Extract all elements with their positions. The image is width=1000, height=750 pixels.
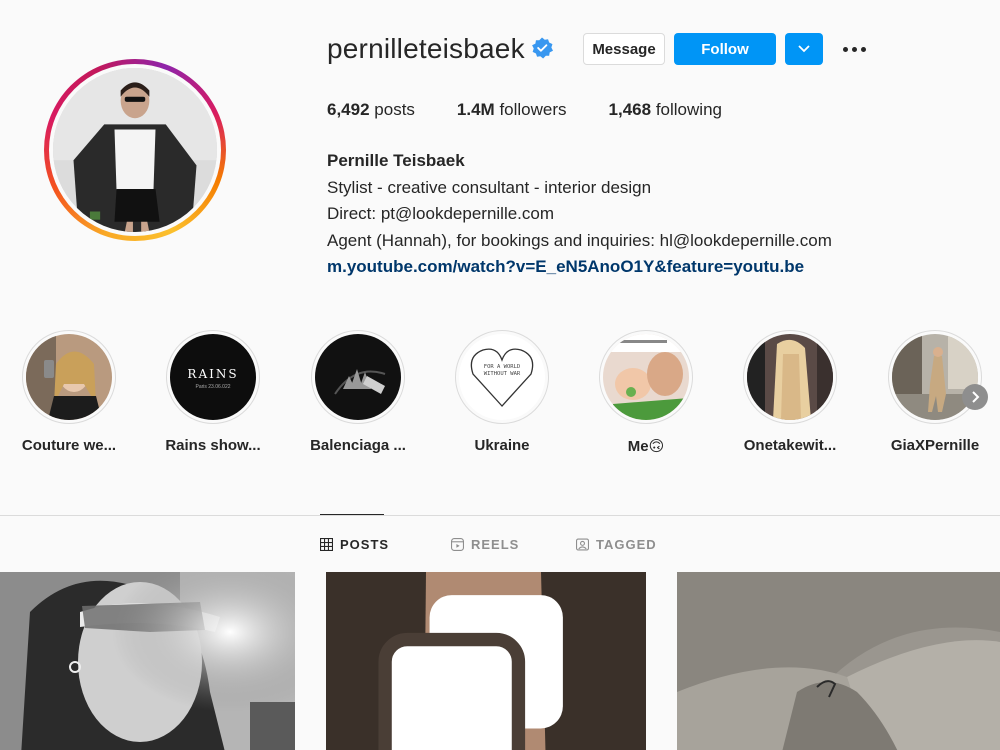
multiple-posts-icon — [378, 595, 563, 750]
chevron-right-icon — [972, 391, 980, 403]
reels-icon — [451, 538, 464, 551]
tabs-divider — [0, 515, 1000, 516]
story-highlights: Couture we... RAINS Paris 23.06.022 Rain… — [0, 330, 1000, 460]
highlight-cover — [315, 334, 401, 420]
highlight-cover: FOR A WORLD WITHOUT WAR — [459, 334, 545, 420]
highlight-cover — [26, 334, 112, 420]
tab-posts[interactable]: POSTS — [320, 537, 389, 552]
highlight-label: GiaXPernille — [890, 437, 980, 454]
suggested-accounts-button[interactable] — [785, 33, 823, 65]
post-thumbnail[interactable] — [326, 572, 646, 750]
message-button[interactable]: Message — [583, 33, 665, 65]
highlight-label: Balenciaga ... — [310, 437, 406, 454]
post-thumbnail[interactable] — [0, 572, 295, 750]
profile-full-name: Pernille Teisbaek — [327, 151, 465, 170]
posts-count: 6,492 posts — [327, 100, 415, 119]
highlights-next-button[interactable] — [962, 384, 988, 410]
bio-line: Stylist - creative consultant - interior… — [327, 177, 652, 197]
following-link[interactable]: 1,468 following — [609, 100, 722, 120]
tagged-icon — [576, 538, 589, 551]
highlight-rains-show[interactable]: RAINS Paris 23.06.022 Rains show... — [148, 330, 278, 454]
highlight-balenciaga[interactable]: Balenciaga ... — [293, 330, 423, 454]
avatar-photo — [53, 68, 217, 232]
highlight-cover: RAINS Paris 23.06.022 — [170, 334, 256, 420]
instagram-profile-page: pernilleteisbaek Message Follow 6,492 po… — [0, 0, 1000, 750]
highlight-label: Onetakewit... — [743, 437, 837, 454]
tab-label: REELS — [471, 537, 520, 552]
highlight-ukraine[interactable]: FOR A WORLD WITHOUT WAR Ukraine — [437, 330, 567, 454]
followers-link[interactable]: 1.4M followers — [457, 100, 567, 120]
highlight-onetake[interactable]: Onetakewit... — [725, 330, 855, 454]
verified-badge-icon — [532, 37, 553, 59]
profile-bio: Pernille Teisbaek Stylist - creative con… — [327, 148, 832, 281]
tab-label: POSTS — [340, 537, 390, 552]
highlight-me[interactable]: Me🙃 — [581, 330, 711, 455]
tab-reels[interactable]: REELS — [451, 537, 519, 552]
post-thumbnail[interactable] — [677, 572, 1000, 750]
highlight-couture-week[interactable]: Couture we... — [4, 330, 134, 454]
highlight-cover — [747, 334, 833, 420]
chevron-down-icon — [798, 45, 810, 53]
profile-avatar[interactable] — [44, 59, 226, 241]
highlight-label: Rains show... — [165, 437, 261, 454]
follow-button[interactable]: Follow — [674, 33, 776, 65]
profile-stats: 6,492 posts 1.4M followers 1,468 followi… — [327, 100, 764, 120]
profile-username: pernilleteisbaek — [327, 33, 525, 64]
highlight-label: Me🙃 — [627, 438, 665, 455]
bio-line: Agent (Hannah), for bookings and inquiri… — [327, 230, 832, 250]
tab-tagged[interactable]: TAGGED — [576, 537, 657, 552]
bio-line: Direct: pt@lookdepernille.com — [327, 204, 555, 223]
more-options-icon[interactable] — [838, 36, 870, 62]
highlight-label: Ukraine — [474, 437, 530, 454]
highlight-cover — [603, 334, 689, 420]
bio-website-link[interactable]: m.youtube.com/watch?v=E_eN5AnoO1Y&featur… — [327, 254, 832, 281]
tab-label: TAGGED — [596, 537, 657, 552]
active-tab-indicator — [320, 514, 384, 515]
highlight-cover — [892, 334, 978, 420]
grid-icon — [320, 538, 333, 551]
highlight-label: Couture we... — [21, 437, 117, 454]
